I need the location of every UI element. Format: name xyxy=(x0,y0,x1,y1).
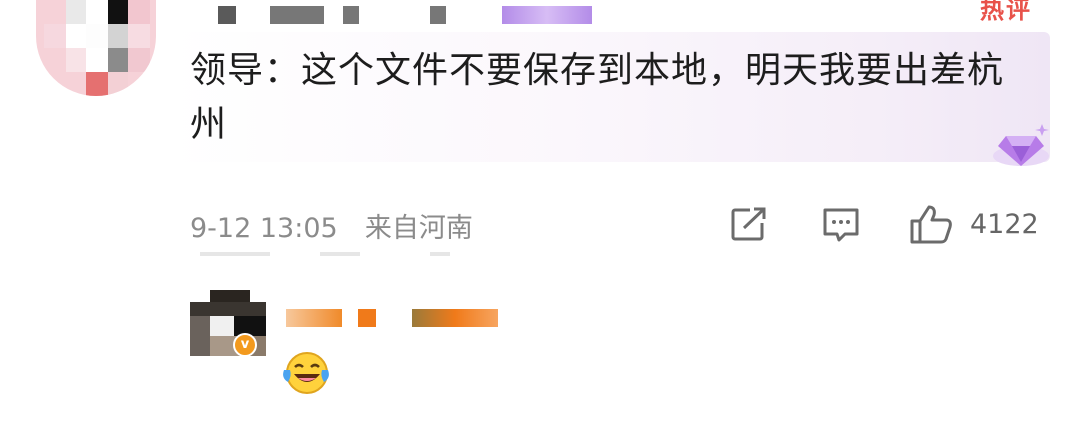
censored-strip xyxy=(200,252,270,256)
reply-username-censored-2 xyxy=(358,309,376,327)
like-count: 4122 xyxy=(970,209,1039,240)
comment-icon[interactable] xyxy=(821,206,861,244)
timestamp: 9-12 13:05 xyxy=(190,213,338,244)
username-censored[interactable] xyxy=(218,6,236,24)
reply-username-censored-3 xyxy=(412,309,498,327)
censored-strip-2 xyxy=(320,252,360,256)
user-level-badge xyxy=(502,6,592,24)
comment-text: 领导：这个文件不要保存到本地，明天我要出差杭州 xyxy=(190,50,1005,145)
reply-username-censored[interactable] xyxy=(286,309,342,327)
laughing-crying-emoji-icon xyxy=(283,352,329,394)
share-icon[interactable] xyxy=(730,206,768,242)
censored-strip-3 xyxy=(430,252,450,256)
gem-badge-icon xyxy=(993,124,1049,166)
commenter-avatar[interactable] xyxy=(36,0,156,96)
comment-meta: 9-12 13:05 来自河南 xyxy=(190,206,473,245)
username-censored-2 xyxy=(270,6,324,24)
username-censored-4 xyxy=(430,6,446,24)
verified-badge-icon: v xyxy=(233,333,257,357)
like-icon[interactable] xyxy=(908,203,954,245)
username-censored-3 xyxy=(343,6,359,24)
hot-comment-label: 热评 xyxy=(980,0,1032,24)
location: 来自河南 xyxy=(364,213,473,244)
